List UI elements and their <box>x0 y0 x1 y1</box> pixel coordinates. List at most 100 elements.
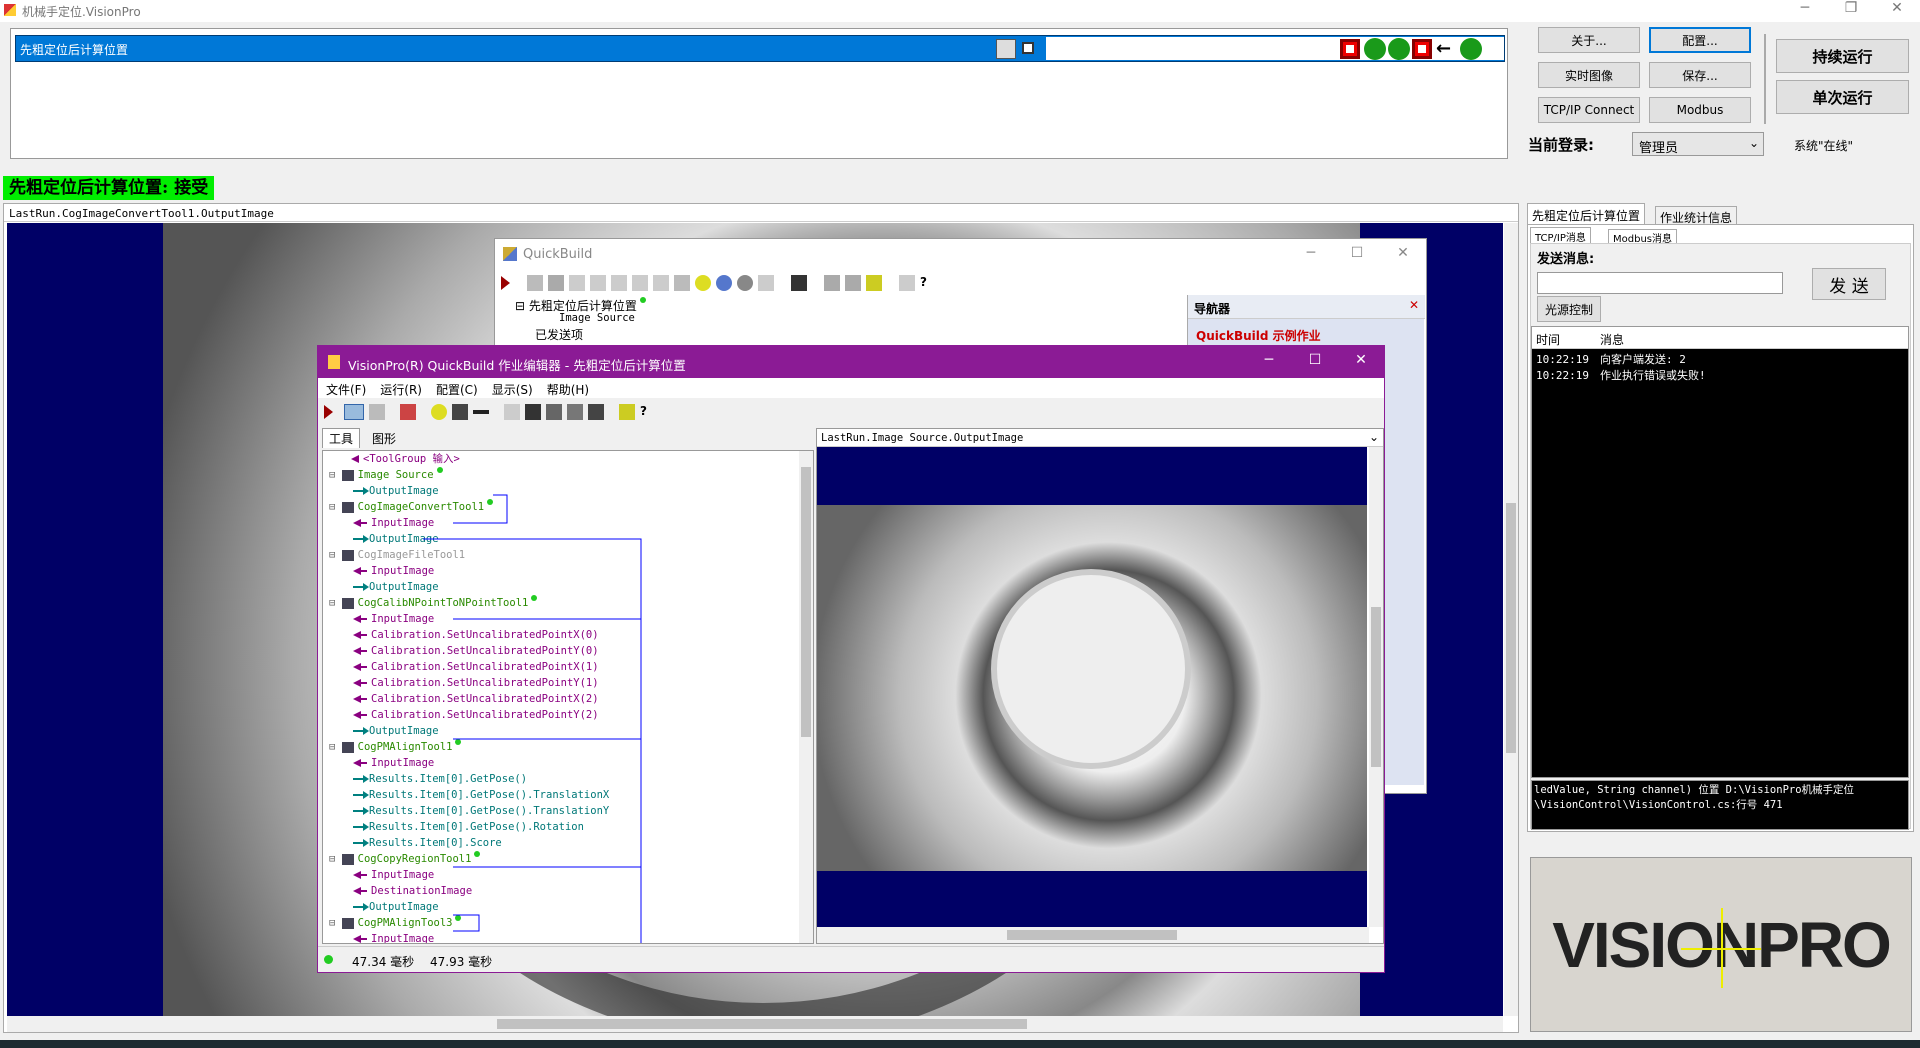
user-select[interactable]: 管理员 ⌄ <box>1632 132 1764 156</box>
qb-link-icon[interactable] <box>716 275 732 291</box>
qb-paste-icon[interactable] <box>611 275 627 291</box>
qb-grid-icon[interactable] <box>824 275 840 291</box>
menu-config[interactable]: 配置(C) <box>436 381 478 397</box>
navigator-header: 导航器 ✕ <box>1188 295 1425 319</box>
taskbar <box>0 1040 1920 1048</box>
job-row[interactable]: 先粗定位后计算位置 ← <box>15 35 1505 62</box>
run-status-dot <box>324 955 333 964</box>
editor-image-icon[interactable] <box>546 404 562 420</box>
system-status: 系统"在线" <box>1794 139 1854 153</box>
quickbuild-titlebar: QuickBuild ─ ☐ ✕ <box>495 239 1426 269</box>
editor-tools-icon[interactable] <box>567 404 583 420</box>
navigator-close-icon[interactable]: ✕ <box>1409 298 1419 312</box>
qb-tree-sent[interactable]: 已发送项 <box>535 326 583 343</box>
user-select-value: 管理员 <box>1639 141 1679 156</box>
config-button[interactable]: 配置... <box>1649 27 1751 53</box>
send-input[interactable] <box>1537 272 1783 294</box>
restore-icon[interactable]: ❐ <box>1828 0 1874 16</box>
run-continuous-button[interactable]: 持续运行 <box>1776 39 1909 73</box>
send-button[interactable]: 发 送 <box>1812 268 1886 300</box>
editor-help-icon[interactable]: ? <box>640 404 656 420</box>
editor-windows-icon[interactable] <box>369 404 385 420</box>
menu-run[interactable]: 运行(R) <box>380 381 422 397</box>
editor-minus-icon[interactable] <box>473 410 489 414</box>
qb-maximize-icon[interactable]: ☐ <box>1334 245 1380 261</box>
qb-close-icon[interactable]: ✕ <box>1380 245 1426 261</box>
editor-grid-icon[interactable] <box>588 404 604 420</box>
col-message: 消息 <box>1600 333 1625 347</box>
editor-brush-icon[interactable] <box>452 404 468 420</box>
qb-delete-icon[interactable] <box>653 275 669 291</box>
editor-menubar: 文件(F) 运行(R) 配置(C) 显示(S) 帮助(H) <box>318 378 1384 398</box>
qb-counter-icon[interactable] <box>791 275 807 291</box>
pcb-board <box>991 569 1191 769</box>
editor-counter-icon[interactable] <box>525 404 541 420</box>
qb-add-icon[interactable] <box>569 275 585 291</box>
editor-display-icon[interactable] <box>344 404 364 420</box>
light-control-button[interactable]: 光源控制 <box>1537 296 1601 322</box>
editor-image-vscrollbar[interactable] <box>1369 447 1383 927</box>
editor-maximize-icon[interactable]: ☐ <box>1292 352 1338 368</box>
editor-minimize-icon[interactable]: ─ <box>1246 352 1292 368</box>
menu-view[interactable]: 显示(S) <box>492 381 533 397</box>
table-row[interactable]: 10:22:19 向客户端发送: 2 <box>1536 351 1686 367</box>
run-once-button[interactable]: 单次运行 <box>1776 80 1909 114</box>
editor-image-display[interactable]: LastRun.Image Source.OutputImage ⌄ <box>816 428 1384 944</box>
editor-doc-icon[interactable] <box>504 404 520 420</box>
qb-tree-image-source[interactable]: Image Source <box>559 312 635 324</box>
tree-vscrollbar[interactable] <box>799 451 813 943</box>
qb-doc-icon[interactable] <box>899 275 915 291</box>
live-image-button[interactable]: 实时图像 <box>1538 62 1640 88</box>
editor-image-hscrollbar[interactable] <box>817 927 1369 943</box>
editor-import-icon[interactable] <box>400 404 416 420</box>
minimize-icon[interactable]: ─ <box>1782 0 1828 16</box>
qb-help-icon[interactable]: ? <box>920 275 936 291</box>
display-caption: LastRun.CogImageConvertTool1.OutputImage <box>4 204 1518 222</box>
tree-connector-lines <box>423 494 642 943</box>
table-row[interactable]: 10:22:19 作业执行错误或失败! <box>1536 367 1706 383</box>
message-table: 时间 消息 10:22:19 向客户端发送: 2 10:22:19 作业执行错误或失… <box>1531 326 1909 778</box>
caption-dropdown-icon[interactable]: ⌄ <box>1369 430 1379 444</box>
status-red-square-2 <box>1412 39 1432 59</box>
display-hscrollbar[interactable] <box>7 1016 1503 1032</box>
editor-image-canvas <box>817 447 1367 927</box>
error-text-box: ledValue, String channel) 位置 D:\VisionPr… <box>1531 780 1909 830</box>
display-vscrollbar[interactable] <box>1504 223 1518 1016</box>
qb-swap-icon[interactable] <box>674 275 690 291</box>
component-image <box>817 505 1367 871</box>
menu-file[interactable]: 文件(F) <box>326 381 366 397</box>
status-green-circle-3 <box>1460 38 1482 60</box>
editor-refresh-icon[interactable] <box>431 404 447 420</box>
chevron-down-icon: ⌄ <box>1748 136 1759 150</box>
job-name: 先粗定位后计算位置 <box>20 43 129 57</box>
qb-minimize-icon[interactable]: ─ <box>1288 245 1334 261</box>
editor-measure-icon[interactable] <box>619 404 635 420</box>
qb-table-icon[interactable] <box>845 275 861 291</box>
tab-stats[interactable]: 作业统计信息 <box>1655 206 1738 225</box>
menu-help[interactable]: 帮助(H) <box>547 381 589 397</box>
modbus-button[interactable]: Modbus <box>1649 97 1751 123</box>
about-button[interactable]: 关于... <box>1538 27 1640 53</box>
editor-tab-graphics[interactable]: 图形 <box>366 430 402 447</box>
qb-copy-icon[interactable] <box>590 275 606 291</box>
editor-close-icon[interactable]: ✕ <box>1338 352 1384 368</box>
qb-cut-icon[interactable] <box>632 275 648 291</box>
tab-job[interactable]: 先粗定位后计算位置 <box>1527 203 1646 224</box>
tcp-connect-button[interactable]: TCP/IP Connect <box>1538 97 1640 123</box>
close-icon[interactable]: ✕ <box>1874 0 1920 16</box>
qb-save-icon[interactable] <box>548 275 564 291</box>
editor-title: VisionPro(R) QuickBuild 作业编辑器 - 先粗定位后计算位… <box>348 358 686 373</box>
editor-run-icon[interactable] <box>324 405 333 419</box>
tool-link-icon <box>996 39 1016 59</box>
app-title: 机械手定位.VisionPro <box>22 5 141 19</box>
editor-tab-tools[interactable]: 工具 <box>322 428 361 448</box>
send-label: 发送消息: <box>1537 252 1595 267</box>
qb-loop-icon[interactable] <box>737 275 753 291</box>
qb-open-icon[interactable] <box>527 275 543 291</box>
navigator-link[interactable]: QuickBuild 示例作业 <box>1196 327 1321 344</box>
qb-refresh-icon[interactable] <box>695 275 711 291</box>
save-button[interactable]: 保存... <box>1649 62 1751 88</box>
qb-measure-icon[interactable] <box>866 275 882 291</box>
qb-run-icon[interactable] <box>501 276 510 290</box>
qb-stats-icon[interactable] <box>758 275 774 291</box>
